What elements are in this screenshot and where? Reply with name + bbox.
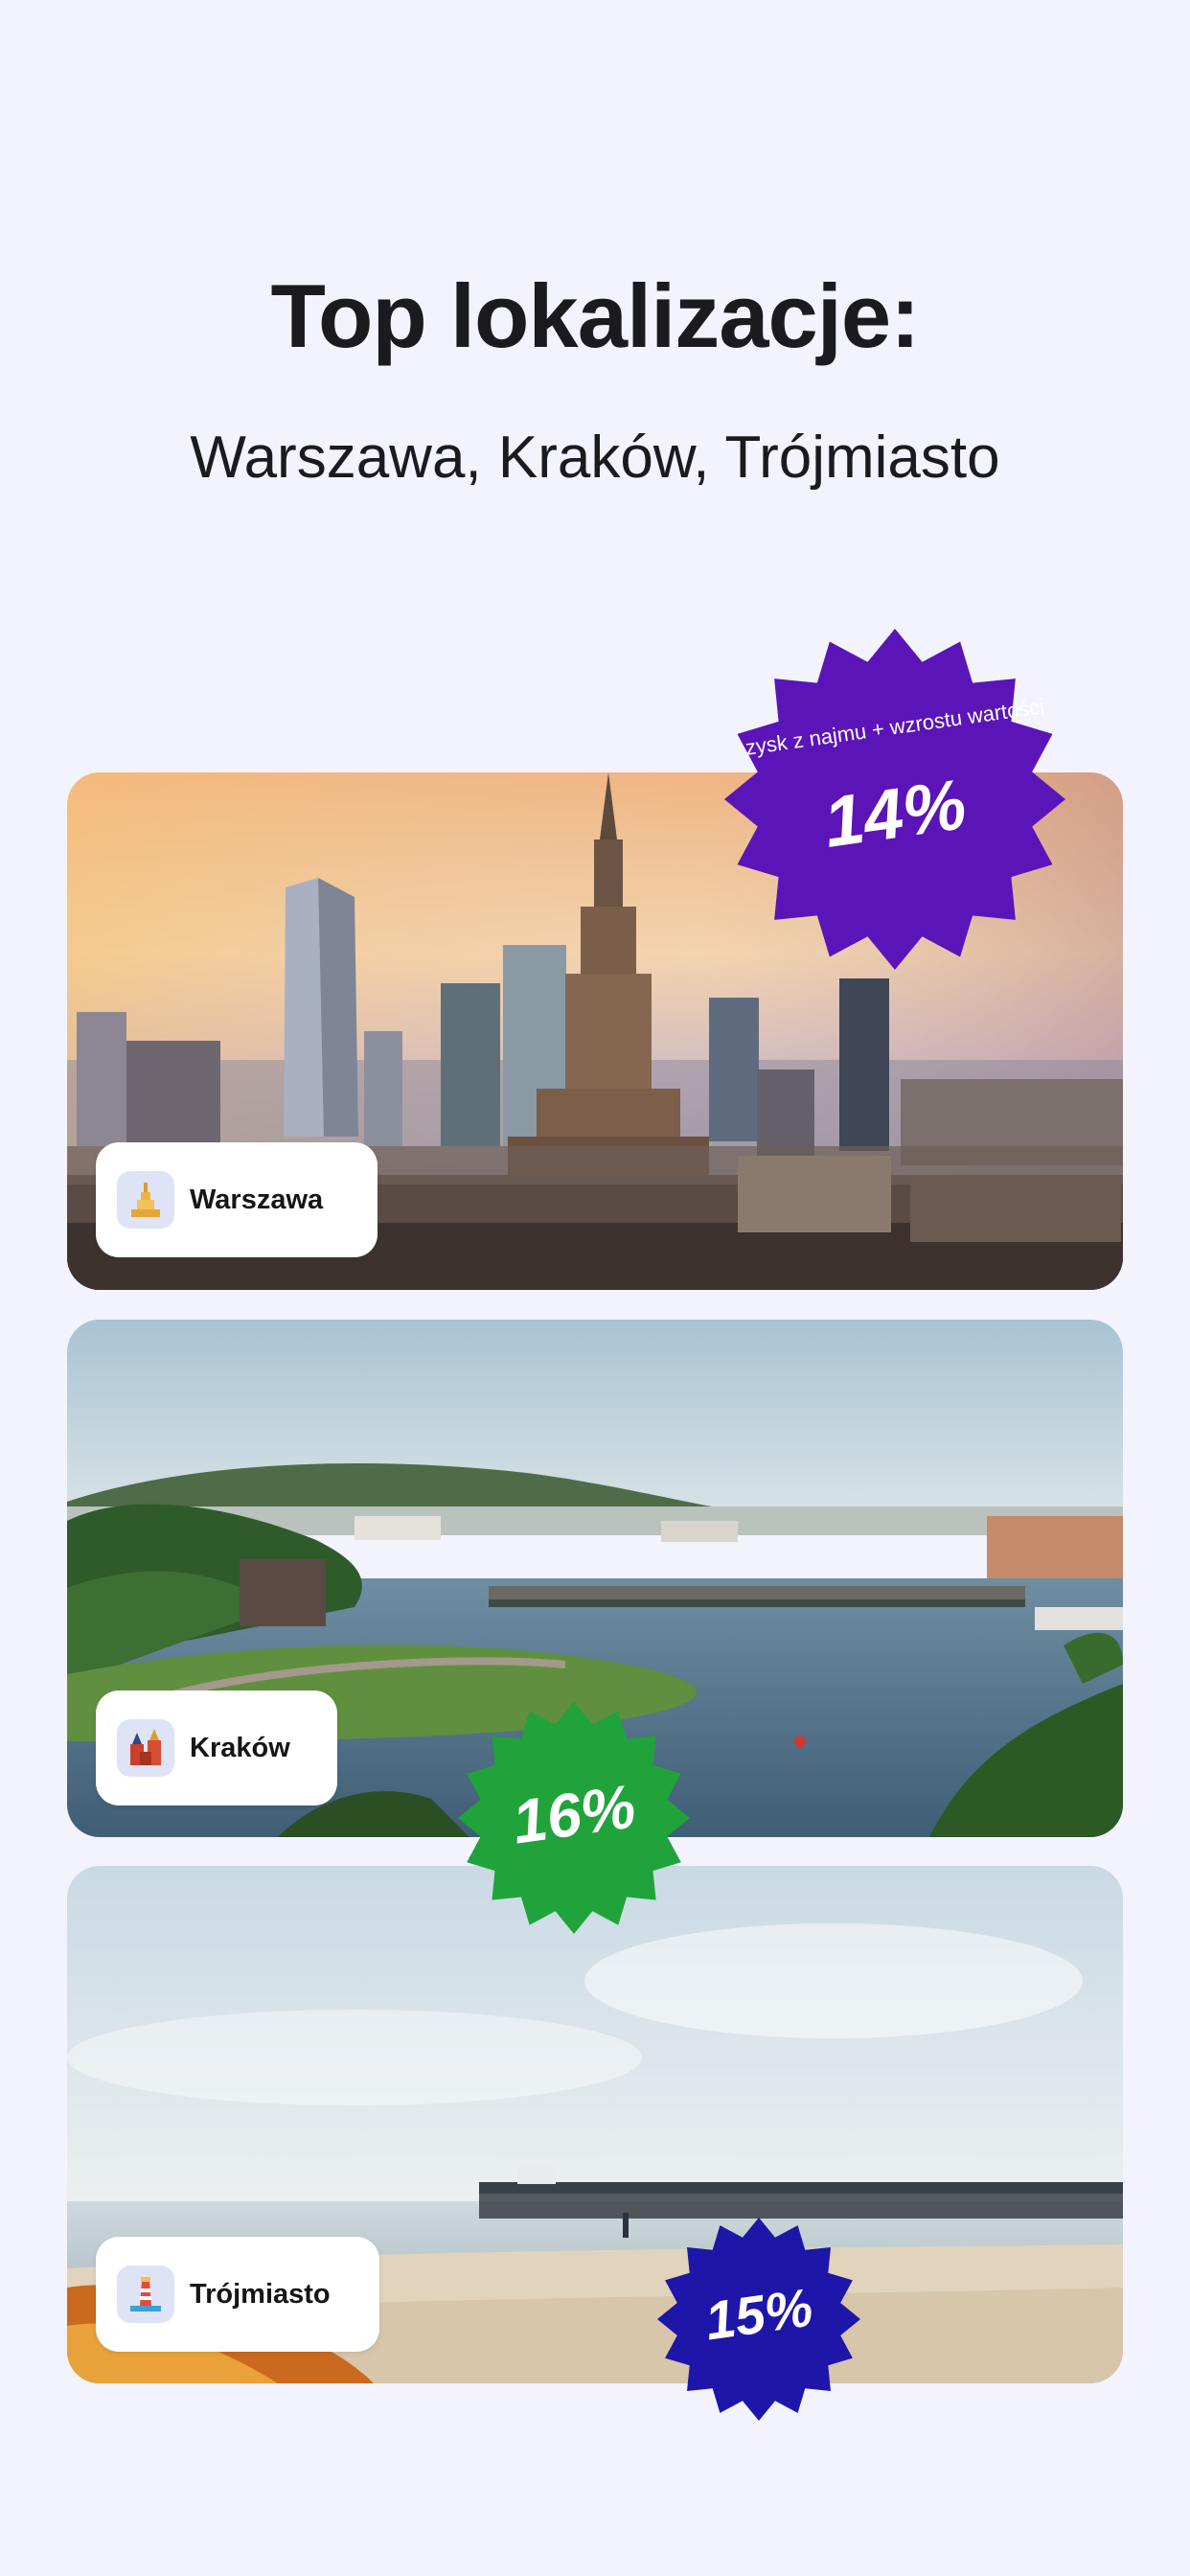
palace-of-culture-icon <box>117 1171 174 1229</box>
location-name: Trójmiasto <box>190 2278 331 2310</box>
lighthouse-icon <box>117 2266 174 2323</box>
page-title: Top lokalizacje: <box>270 265 921 366</box>
location-label: Warszawa <box>96 1142 378 1257</box>
page-subtitle: Warszawa, Kraków, Trójmiasto <box>190 425 1000 491</box>
church-icon <box>117 1719 174 1777</box>
location-name: Kraków <box>190 1732 290 1763</box>
location-card-trojmiasto[interactable]: Trójmiasto <box>67 1866 1123 2383</box>
yield-badge-krakow: 16% <box>458 1702 690 1934</box>
location-label: Kraków <box>96 1690 337 1806</box>
yield-badge-trojmiasto: 15% <box>657 2218 860 2421</box>
yield-badge-warszawa: zysk z najmu + wzrostu wartości 14% <box>724 629 1065 970</box>
location-name: Warszawa <box>190 1184 324 1215</box>
location-label: Trójmiasto <box>96 2237 379 2352</box>
